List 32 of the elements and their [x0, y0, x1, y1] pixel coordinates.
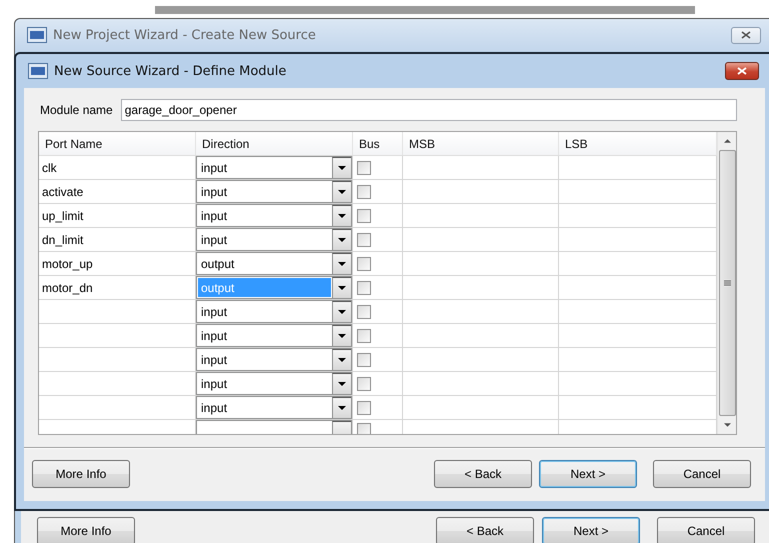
table-cell: motor_dn — [42, 280, 93, 294]
wizard-button[interactable]: Cancel — [653, 460, 751, 488]
direction-dropdown[interactable]: input — [196, 228, 352, 251]
direction-dropdown[interactable]: input — [196, 348, 352, 371]
column-header[interactable]: MSB — [403, 132, 559, 155]
wizard-button[interactable]: < Back — [436, 517, 534, 543]
table-cell: dn_limit — [42, 232, 84, 246]
wizard-button[interactable]: More Info — [32, 460, 130, 488]
module-name-field[interactable]: garage_door_opener — [120, 99, 737, 121]
column-header[interactable]: Bus — [353, 132, 403, 155]
direction-dropdown[interactable]: input — [196, 204, 352, 227]
field-label: Module name — [40, 103, 113, 117]
wizard-button[interactable]: Cancel — [657, 517, 755, 543]
table-cell: clk — [42, 160, 57, 174]
wizard-button[interactable]: More Info — [37, 517, 135, 543]
direction-dropdown[interactable]: input — [196, 300, 352, 323]
wizard-button[interactable]: Next > — [542, 517, 640, 543]
direction-dropdown[interactable]: input — [196, 396, 352, 419]
column-header[interactable]: Direction — [196, 132, 353, 155]
wizard-button[interactable]: < Back — [434, 460, 532, 488]
direction-dropdown[interactable]: input — [196, 156, 352, 179]
direction-dropdown[interactable]: input — [196, 324, 352, 347]
window-title: New Source Wizard - Define Module — [54, 64, 288, 78]
table-cell: up_limit — [42, 208, 84, 222]
table-cell: activate — [42, 184, 84, 198]
direction-dropdown[interactable]: output — [196, 252, 352, 275]
column-header[interactable]: Port Name — [39, 132, 196, 155]
wizard-button[interactable]: Next > — [539, 460, 637, 488]
direction-dropdown[interactable]: input — [196, 180, 352, 203]
window-title: New Project Wizard - Create New Source — [53, 28, 317, 42]
direction-dropdown[interactable]: input — [196, 372, 352, 395]
table-cell: motor_up — [42, 256, 93, 270]
